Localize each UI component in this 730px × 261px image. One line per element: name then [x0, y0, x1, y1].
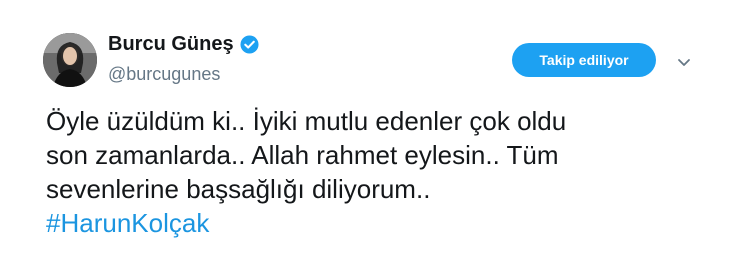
user-handle[interactable]: @burcugunes — [108, 62, 259, 86]
avatar-image — [43, 33, 97, 87]
chevron-down-icon[interactable] — [677, 55, 691, 66]
hashtag-link[interactable]: #HarunKolçak — [46, 206, 716, 240]
tweet-text-line: son zamanlarda.. Allah rahmet eylesin.. … — [46, 140, 559, 170]
tweet-text-line: sevenlerine başsağlığı diliyorum.. — [46, 174, 431, 204]
verified-badge-icon — [240, 34, 259, 54]
user-info: Burcu Güneş @burcugunes — [108, 32, 259, 86]
avatar[interactable] — [43, 33, 97, 87]
tweet-text: Öyle üzüldüm ki.. İyiki mutlu edenler ço… — [46, 104, 716, 240]
tweet-text-line: Öyle üzüldüm ki.. İyiki mutlu edenler ço… — [46, 106, 567, 136]
display-name[interactable]: Burcu Güneş — [108, 32, 234, 56]
following-button[interactable]: Takip ediliyor — [512, 43, 656, 77]
tweet-card: Burcu Güneş @burcugunes Takip ediliyor Ö… — [0, 0, 730, 261]
